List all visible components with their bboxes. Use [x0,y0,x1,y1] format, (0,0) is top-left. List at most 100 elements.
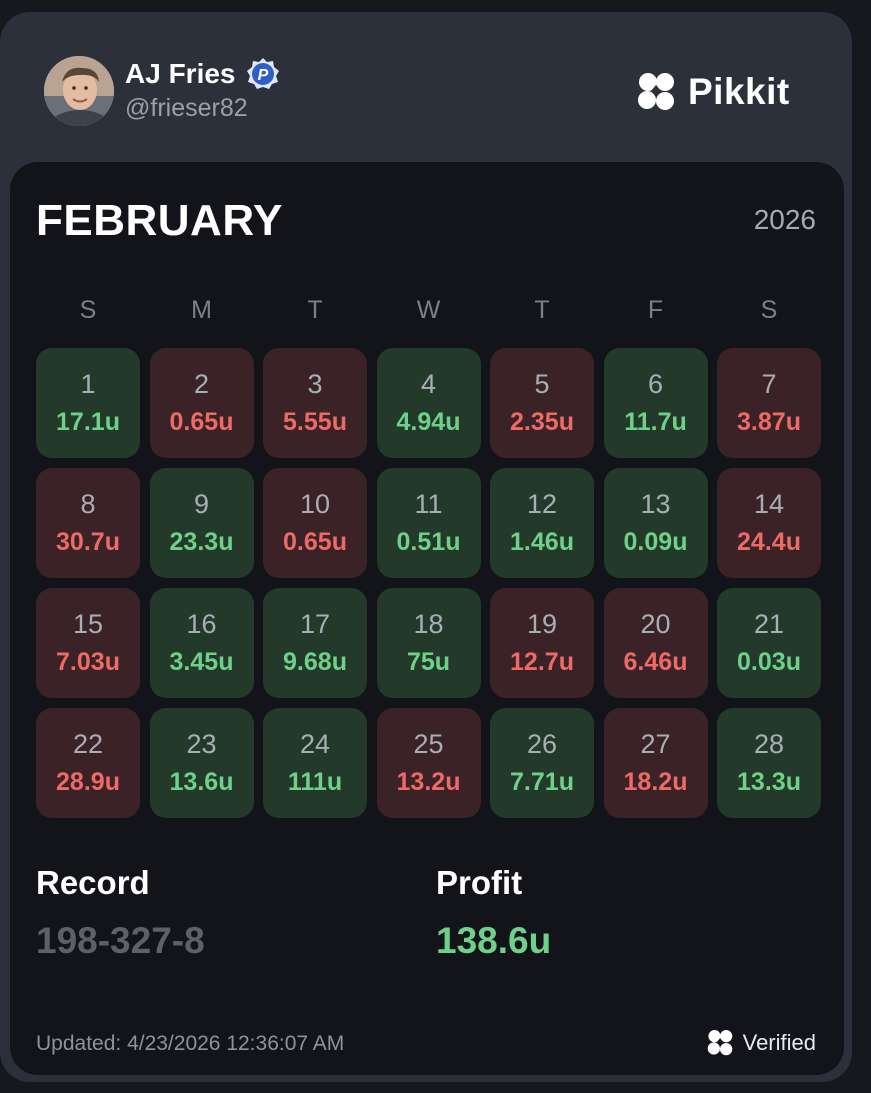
calendar-day-17[interactable]: 17 9.68u [263,588,367,698]
record-value: 198-327-8 [36,920,205,961]
day-profit: 13.2u [396,768,461,796]
calendar-day-28[interactable]: 28 13.3u [717,708,821,818]
verified-clover-icon [707,1030,732,1056]
day-number: 10 [299,489,331,519]
day-number: 7 [761,369,777,399]
calendar-day-6[interactable]: 6 11.7u [603,348,708,458]
calendar-day-9[interactable]: 9 23.3u [149,468,254,578]
day-number: 11 [414,489,443,519]
avatar-image [44,56,114,126]
day-number: 25 [413,729,444,759]
brand-logo: Pikkit [634,70,790,114]
calendar-day-13[interactable]: 13 0.09u [603,468,708,578]
calendar-day-16[interactable]: 16 3.45u [149,588,254,698]
weekday-label: S [79,296,97,324]
day-profit: 4.94u [396,408,461,436]
day-profit: 0.65u [169,408,234,436]
brand-name: Pikkit [688,71,790,112]
calendar-day-23[interactable]: 23 13.6u [149,708,254,818]
calendar-day-19[interactable]: 19 12.7u [490,588,594,698]
calendar-day-4[interactable]: 4 4.94u [376,348,481,458]
day-number: 21 [753,609,785,639]
profit-value: 138.6u [436,920,552,961]
day-profit: 0.51u [396,528,461,556]
calendar-day-12[interactable]: 12 1.46u [490,468,594,578]
calendar-day-24[interactable]: 24 111u [263,708,367,818]
day-number: 17 [299,609,331,639]
calendar-day-2[interactable]: 2 0.65u [149,348,254,458]
day-profit: 9.68u [283,648,347,676]
day-number: 9 [193,489,210,519]
day-profit: 30.7u [56,528,120,556]
day-number: 18 [413,609,444,639]
calendar-day-27[interactable]: 27 18.2u [603,708,708,818]
record-label: Record [36,864,150,901]
user-handle[interactable]: @frieser82 [125,94,248,123]
day-profit: 3.45u [169,648,234,676]
day-profit: 0.03u [737,648,801,676]
calendar-day-1[interactable]: 1 17.1u [36,348,140,458]
avatar[interactable] [44,56,114,126]
day-number: 12 [526,489,558,519]
calendar-day-20[interactable]: 20 6.46u [603,588,708,698]
calendar-day-21[interactable]: 21 0.03u [717,588,821,698]
day-profit: 0.65u [283,528,347,556]
month-title: FEBRUARY [36,196,283,245]
card-header: AJ Fries P @frieser82 Pikkit [0,12,852,162]
day-number: 28 [753,729,785,759]
weekday-label: W [416,296,441,324]
day-number: 23 [186,729,217,759]
verified-label: Verified [742,1030,816,1055]
updated-timestamp: Updated: 4/23/2026 12:36:07 AM [36,1032,345,1055]
day-profit: 5.55u [283,408,347,436]
day-number: 1 [80,369,96,399]
verified-indicator: Verified [705,1028,816,1058]
calendar-panel: FEBRUARY 2026 S M T W T F S 1 17.1u 2 0.65u… [10,162,844,1075]
calendar-day-10[interactable]: 10 0.65u [263,468,367,578]
day-profit: 18.2u [623,768,688,796]
day-number: 24 [299,729,331,759]
calendar-day-11[interactable]: 11 0.51u [376,468,481,578]
calendar-day-8[interactable]: 8 30.7u [36,468,140,578]
day-number: 3 [307,369,323,399]
weekday-label: T [307,296,323,324]
weekday-label: S [760,296,778,324]
day-profit: 0.09u [623,528,688,556]
day-number: 27 [640,729,671,759]
calendar-grid: 1 17.1u 2 0.65u 3 5.55u 4 4.94u 5 2.35u 6 11.7u 7 3.8… [36,348,821,818]
day-number: 6 [647,369,664,399]
weekday-header: S M T W T F S [36,296,817,325]
day-number: 4 [420,369,437,399]
day-profit: 11.7u [624,408,687,436]
calendar-day-25[interactable]: 25 13.2u [376,708,481,818]
day-profit: 75u [406,648,451,676]
badge-letter: P [258,67,269,84]
day-number: 8 [80,489,96,519]
day-profit: 28.9u [56,768,120,796]
calendar-day-5[interactable]: 5 2.35u [490,348,594,458]
day-number: 2 [193,369,210,399]
year-label: 2026 [753,204,816,235]
weekday-label: F [647,296,664,324]
calendar-day-14[interactable]: 14 24.4u [717,468,821,578]
calendar-day-7[interactable]: 7 3.87u [717,348,821,458]
calendar-day-3[interactable]: 3 5.55u [263,348,367,458]
day-profit: 7.03u [56,648,120,676]
day-profit: 17.1u [56,408,120,436]
day-profit: 1.46u [510,528,574,556]
calendar-day-26[interactable]: 26 7.71u [490,708,594,818]
profit-label: Profit [436,864,523,901]
day-profit: 7.71u [510,768,574,796]
calendar-day-22[interactable]: 22 28.9u [36,708,140,818]
day-number: 14 [753,489,785,519]
calendar-day-18[interactable]: 18 75u [376,588,481,698]
calendar-day-15[interactable]: 15 7.03u [36,588,140,698]
pikkit-clover-icon [638,73,674,110]
day-profit: 6.46u [623,648,688,676]
day-number: 19 [526,609,558,639]
weekday-label: M [191,296,212,324]
day-profit: 23.3u [169,528,234,556]
day-profit: 13.3u [737,768,801,796]
verified-user-badge-icon: P [246,57,280,91]
user-name[interactable]: AJ Fries [125,58,236,90]
